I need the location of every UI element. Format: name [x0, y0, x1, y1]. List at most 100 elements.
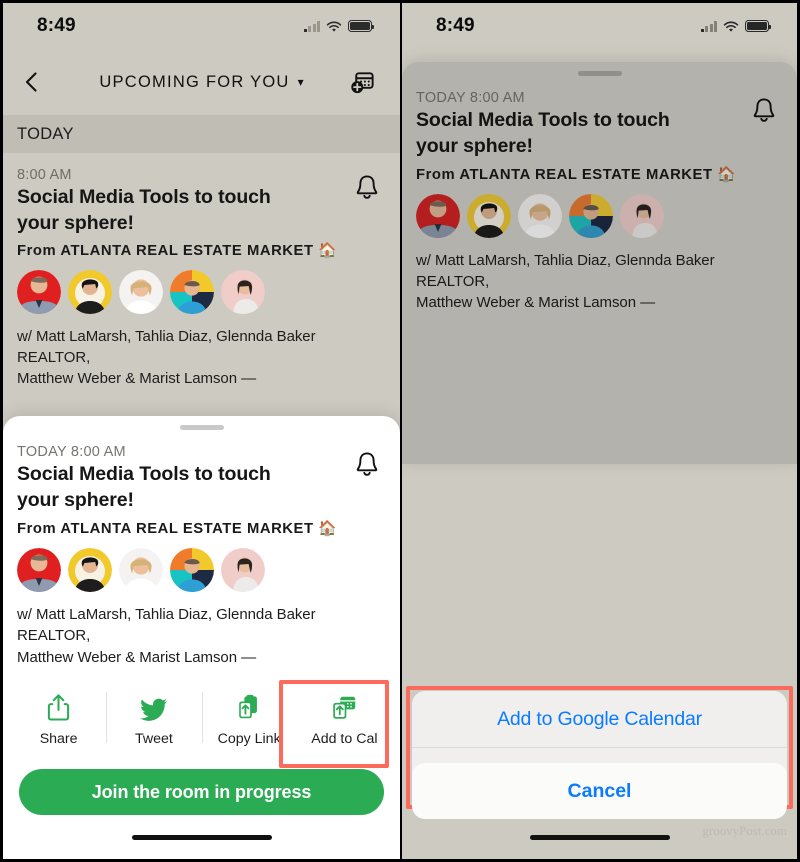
back-button[interactable]: [15, 65, 49, 99]
event-speakers-line1: w/ Matt LaMarsh, Tahlia Diaz, Glennda Ba…: [17, 327, 316, 367]
sheet-event-title-line1: Social Media Tools to touch: [416, 108, 670, 131]
right-screen-content: 8:49 UPCOMING FOR YOU ▾: [402, 3, 797, 464]
wifi-icon: [326, 20, 342, 32]
avatar: [170, 548, 214, 593]
twitter-bird-icon: [139, 692, 168, 722]
copy-link-button[interactable]: Copy Link: [201, 684, 297, 757]
left-screen-content: 8:49 UPCOMING FOR YOU ▾ TODAY 8:00 AM So…: [3, 3, 400, 464]
sheet-speakers: w/ Matt LaMarsh, Tahlia Diaz, Glennda Ba…: [17, 604, 384, 668]
avatar: [119, 548, 163, 593]
bell-icon[interactable]: [751, 96, 777, 124]
event-detail-sheet: TODAY 8:00 AM Social Media Tools to touc…: [3, 416, 400, 859]
section-header-label: TODAY: [17, 124, 74, 143]
bell-icon[interactable]: [354, 173, 380, 201]
sheet-event-club: From ATLANTA REAL ESTATE MARKET 🏠: [416, 165, 781, 183]
avatar: [170, 269, 214, 314]
sheet-event-title-line2: your sphere!: [17, 489, 134, 512]
share-button[interactable]: Share: [11, 684, 106, 757]
phone-screen-right: 8:49 UPCOMING FOR YOU ▾: [400, 0, 800, 862]
sheet-event-title-line1: Social Media Tools to touch: [17, 463, 271, 486]
phone-screen-left: 8:49 UPCOMING FOR YOU ▾ TODAY 8:00 AM So…: [0, 0, 400, 862]
wifi-icon: [723, 20, 739, 32]
sheet-event-time: TODAY 8:00 AM: [416, 89, 525, 106]
avatar: [620, 193, 664, 238]
sheet-speakers-line2: Matthew Weber & Marist Lamson —: [416, 294, 656, 312]
sheet-action-row: Share Tweet Copy Link Add to Cal: [3, 680, 400, 768]
sheet-club-name: ATLANTA REAL ESTATE MARKET: [459, 166, 713, 183]
add-to-google-calendar-option[interactable]: Add to Google Calendar: [412, 691, 787, 747]
avatar: [518, 193, 562, 238]
avatar: [17, 269, 61, 314]
house-icon: 🏠: [318, 242, 337, 259]
status-bar-icons: [700, 20, 772, 32]
event-speakers-line2: Matthew Weber & Marist Lamson —: [17, 370, 257, 388]
calendar-add-icon: [350, 71, 374, 93]
avatar: [119, 269, 163, 314]
calendar-action-sheet-cancel: Cancel: [402, 755, 797, 819]
add-to-calendar-button[interactable]: [342, 62, 382, 102]
sheet-club-name: ATLANTA REAL ESTATE MARKET: [60, 521, 314, 538]
nav-bar: UPCOMING FOR YOU ▾: [3, 49, 400, 115]
avatar: [221, 269, 265, 314]
sheet-avatars: [416, 193, 781, 238]
sheet-avatars: [17, 548, 384, 593]
sheet-event-title: Social Media Tools to touch your sphere!: [416, 108, 781, 160]
event-card[interactable]: 8:00 AM Social Media Tools to touch your…: [3, 153, 400, 396]
sheet-from-prefix: From: [416, 166, 456, 183]
sheet-event-title-line2: your sphere!: [416, 134, 533, 157]
house-icon: 🏠: [717, 166, 737, 183]
join-button-container: Join the room in progress: [3, 757, 400, 815]
page-title[interactable]: UPCOMING FOR YOU: [99, 73, 289, 92]
event-avatars: [17, 269, 384, 314]
sheet-from-prefix: From: [17, 521, 57, 538]
screenshot-root: 8:49 UPCOMING FOR YOU ▾ TODAY 8:00 AM So…: [0, 0, 800, 862]
status-bar: 8:49: [402, 3, 797, 49]
sheet-event-title: Social Media Tools to touch your sphere!: [17, 462, 384, 514]
avatar: [569, 193, 613, 238]
copy-link-icon: [235, 692, 263, 722]
avatar: [467, 193, 511, 238]
chevron-down-icon[interactable]: ▾: [298, 75, 304, 89]
share-label: Share: [39, 731, 78, 747]
event-speakers: w/ Matt LaMarsh, Tahlia Diaz, Glennda Ba…: [17, 326, 384, 390]
sheet-speakers-line2: Matthew Weber & Marist Lamson —: [17, 648, 257, 666]
event-title: Social Media Tools to touch your sphere!: [17, 185, 384, 237]
avatar: [416, 193, 460, 238]
nav-title-group: UPCOMING FOR YOU ▾: [3, 73, 400, 92]
avatar: [221, 548, 265, 593]
event-title-line1: Social Media Tools to touch: [17, 186, 271, 208]
share-icon: [46, 692, 71, 722]
avatar: [68, 548, 112, 593]
event-club: From ATLANTA REAL ESTATE MARKET 🏠: [17, 241, 384, 259]
bell-icon[interactable]: [354, 450, 380, 478]
sheet-speakers: w/ Matt LaMarsh, Tahlia Diaz, Glennda Ba…: [416, 250, 781, 314]
sheet-body: TODAY 8:00 AM Social Media Tools to touc…: [402, 76, 797, 314]
tweet-button[interactable]: Tweet: [106, 684, 201, 757]
cellular-signal-icon: [303, 20, 320, 32]
event-time: 8:00 AM: [17, 167, 72, 183]
sheet-event-club: From ATLANTA REAL ESTATE MARKET 🏠: [17, 519, 384, 537]
tweet-label: Tweet: [134, 731, 173, 747]
add-to-cal-label: Add to Cal: [311, 731, 378, 747]
avatar: [17, 548, 61, 593]
sheet-speakers-line1: w/ Matt LaMarsh, Tahlia Diaz, Glennda Ba…: [416, 251, 715, 291]
battery-icon: [745, 20, 772, 32]
section-header-today: TODAY: [3, 115, 400, 153]
cancel-button[interactable]: Cancel: [412, 763, 787, 819]
sheet-body: TODAY 8:00 AM Social Media Tools to touc…: [3, 430, 400, 668]
join-room-button[interactable]: Join the room in progress: [19, 769, 384, 815]
chevron-left-icon: [25, 72, 37, 92]
house-icon: 🏠: [318, 521, 338, 538]
event-detail-sheet: TODAY 8:00 AM Social Media Tools to touc…: [402, 61, 797, 464]
status-bar: 8:49: [3, 3, 400, 49]
event-from-prefix: From: [17, 242, 57, 259]
status-bar-icons: [303, 20, 375, 32]
sheet-speakers-line1: w/ Matt LaMarsh, Tahlia Diaz, Glennda Ba…: [17, 606, 316, 645]
cellular-signal-icon: [700, 20, 717, 32]
add-to-cal-button[interactable]: Add to Cal: [279, 680, 392, 768]
home-indicator: [3, 815, 400, 859]
status-bar-clock: 8:49: [37, 15, 76, 36]
event-club-name: ATLANTA REAL ESTATE MARKET: [60, 242, 314, 259]
copy-link-label: Copy Link: [217, 731, 281, 747]
sheet-event-time: TODAY 8:00 AM: [17, 444, 126, 461]
